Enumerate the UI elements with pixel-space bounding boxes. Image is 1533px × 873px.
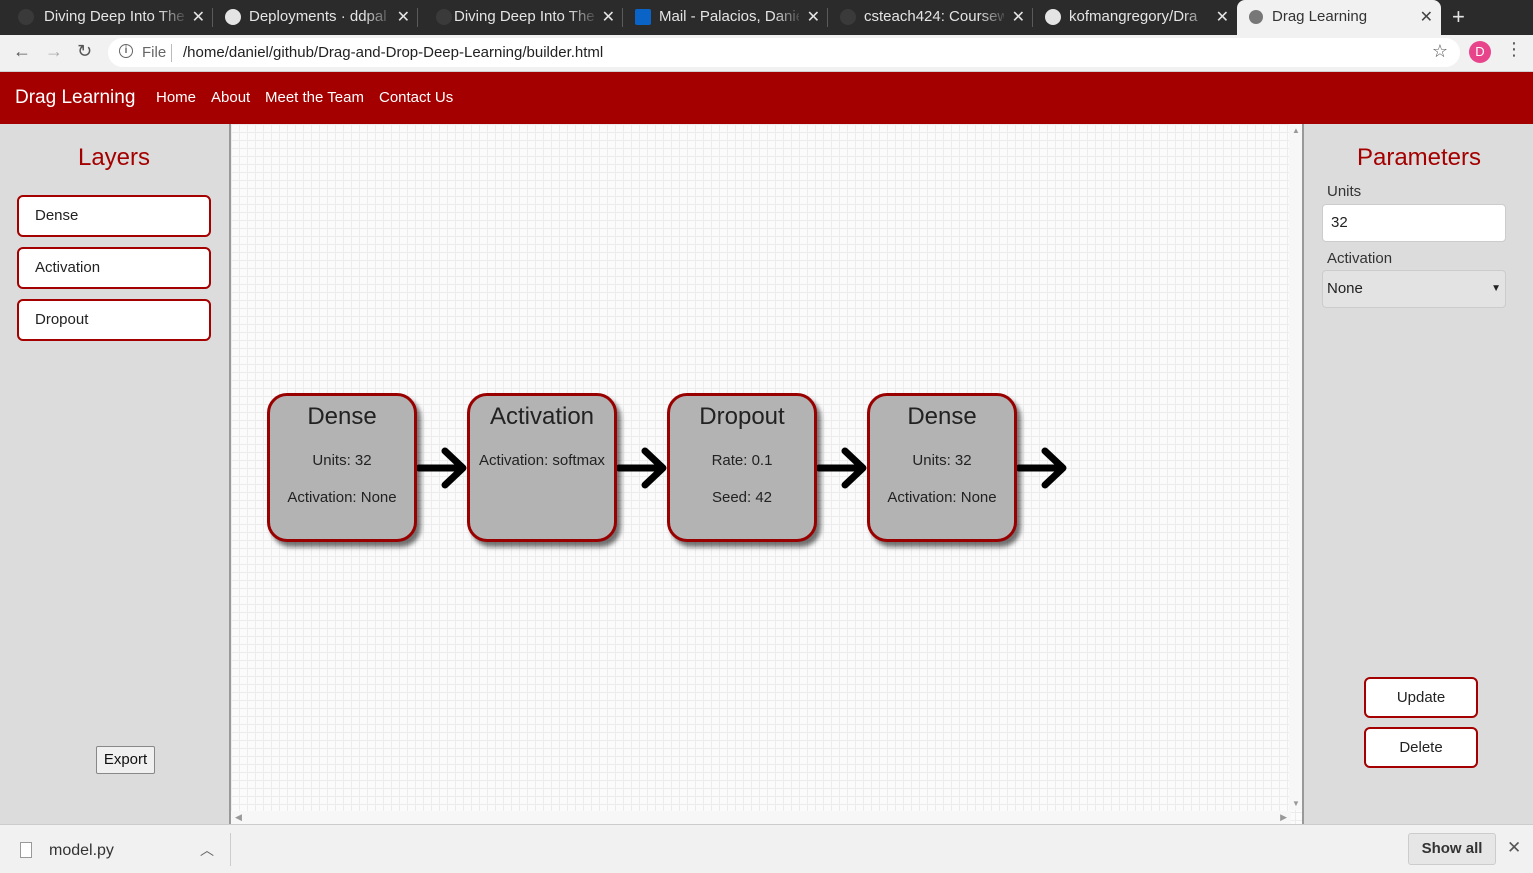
tab-title: Drag Learning [1272,8,1368,25]
new-tab-button[interactable]: + [1452,4,1465,30]
browser-tab-4[interactable]: Mail - Palacios, Danie ✕ [623,0,828,35]
url-divider [171,44,172,62]
model-node-dropout[interactable]: Dropout Rate: 0.1 Seed: 42 [667,393,817,542]
browser-tab-5[interactable]: csteach424: Coursew ✕ [828,0,1033,35]
model-canvas[interactable]: Dense Units: 32 Activation: None Activat… [229,124,1304,824]
url-scheme-label: File [142,44,167,61]
tab-favicon-icon [18,9,34,25]
units-label: Units [1327,183,1362,200]
browser-tab-strip: Diving Deep Into The ✕ Deployments · ddp… [0,0,1533,35]
back-arrow-icon[interactable]: ← [13,41,31,62]
layer-item-dropout[interactable]: Dropout [17,299,211,341]
tab-fade [569,0,599,35]
layer-item-activation[interactable]: Activation [17,247,211,289]
nav-link-contact[interactable]: Contact Us [379,89,453,106]
close-icon[interactable]: ✕ [397,7,410,27]
browser-tab-2[interactable]: Deployments · ddpal ✕ [213,0,418,35]
reload-icon[interactable]: ↻ [77,41,92,62]
tab-favicon-icon [840,9,856,25]
close-icon[interactable]: ✕ [1012,7,1025,27]
close-icon[interactable]: ✕ [807,7,820,27]
download-separator [230,833,231,866]
node-param: Activation: softmax [479,452,605,469]
tab-fade [774,0,804,35]
close-icon[interactable]: ✕ [1507,838,1521,858]
chevron-up-icon[interactable]: ︿ [200,840,214,860]
horizontal-scrollbar[interactable]: ◀ ▶ [231,811,1291,824]
layer-item-dense[interactable]: Dense [17,195,211,237]
scroll-down-icon[interactable]: ▼ [1292,799,1300,808]
layers-title: Layers [77,144,151,171]
right-arrow-icon [817,447,867,489]
activation-select-value: None [1327,280,1363,297]
forward-arrow-icon[interactable]: → [45,41,63,62]
download-file-name[interactable]: model.py [49,842,114,860]
node-param: Units: 32 [912,452,972,469]
export-button[interactable]: Export [96,746,155,774]
vertical-scrollbar[interactable]: ▲ ▼ [1289,124,1302,810]
right-arrow-icon [1017,447,1067,489]
node-title: Activation [489,403,595,430]
browser-tab-3[interactable]: Diving Deep Into The ✕ [418,0,623,35]
close-icon[interactable]: ✕ [602,7,615,27]
profile-avatar[interactable]: D [1469,41,1491,63]
github-icon [1045,9,1061,25]
file-icon [20,842,32,858]
scroll-right-icon[interactable]: ▶ [1280,812,1287,823]
tab-fade [364,0,394,35]
node-param: Activation: None [887,489,997,506]
close-icon[interactable]: ✕ [1216,7,1229,27]
brand-link[interactable]: Drag Learning [15,87,135,109]
right-arrow-icon [617,447,667,489]
bookmark-star-icon[interactable]: ☆ [1432,41,1448,62]
scroll-left-icon[interactable]: ◀ [235,812,242,823]
show-all-button[interactable]: Show all [1408,833,1496,865]
browser-toolbar: ← → ↻ i File /home/daniel/github/Drag-an… [0,35,1533,72]
url-text[interactable]: /home/daniel/github/Drag-and-Drop-Deep-L… [183,44,603,61]
node-param: Seed: 42 [711,489,773,506]
parameters-panel: Parameters Units 32 Activation None ▼ Up… [1305,124,1533,824]
site-navbar: Drag Learning Home About Meet the Team C… [0,72,1533,124]
model-node-dense-1[interactable]: Dense Units: 32 Activation: None [267,393,417,542]
right-arrow-icon [417,447,467,489]
node-param: Activation: None [287,489,397,506]
node-title: Dropout [699,403,785,430]
github-icon [225,9,241,25]
download-bar: model.py ︿ Show all ✕ [0,824,1533,873]
parameters-title: Parameters [1356,144,1482,171]
node-title: Dense [307,403,377,430]
node-param: Units: 32 [312,452,372,469]
nav-link-home[interactable]: Home [156,89,196,106]
tab-fade [1183,0,1213,35]
close-icon[interactable]: ✕ [1420,7,1433,27]
scroll-up-icon[interactable]: ▲ [1292,126,1300,135]
delete-button[interactable]: Delete [1364,727,1478,768]
node-param: Rate: 0.1 [711,452,773,469]
node-title: Dense [907,403,977,430]
tab-fade [159,0,189,35]
nav-link-about[interactable]: About [211,89,250,106]
tab-favicon-icon [436,9,452,25]
model-node-activation[interactable]: Activation Activation: softmax [467,393,617,542]
browser-tab-active[interactable]: Drag Learning ✕ [1237,0,1441,35]
browser-tab-1[interactable]: Diving Deep Into The ✕ [0,0,213,35]
model-node-dense-2[interactable]: Dense Units: 32 Activation: None [867,393,1017,542]
outlook-icon [635,9,651,25]
info-icon[interactable]: i [119,44,133,58]
units-input[interactable]: 32 [1322,204,1506,242]
activation-label: Activation [1327,250,1393,267]
browser-tab-6[interactable]: kofmangregory/Dra ✕ [1033,0,1237,35]
address-bar[interactable]: i File /home/daniel/github/Drag-and-Drop… [108,38,1460,67]
activation-select[interactable]: None ▼ [1322,270,1506,308]
globe-icon [1249,10,1263,24]
nav-link-team[interactable]: Meet the Team [265,89,364,106]
update-button[interactable]: Update [1364,677,1478,718]
more-options-icon[interactable]: ⋮ [1505,39,1523,60]
chevron-down-icon: ▼ [1491,283,1501,294]
close-icon[interactable]: ✕ [192,7,205,27]
layers-panel: Layers Dense Activation Dropout Export [0,124,228,824]
tab-fade [979,0,1009,35]
